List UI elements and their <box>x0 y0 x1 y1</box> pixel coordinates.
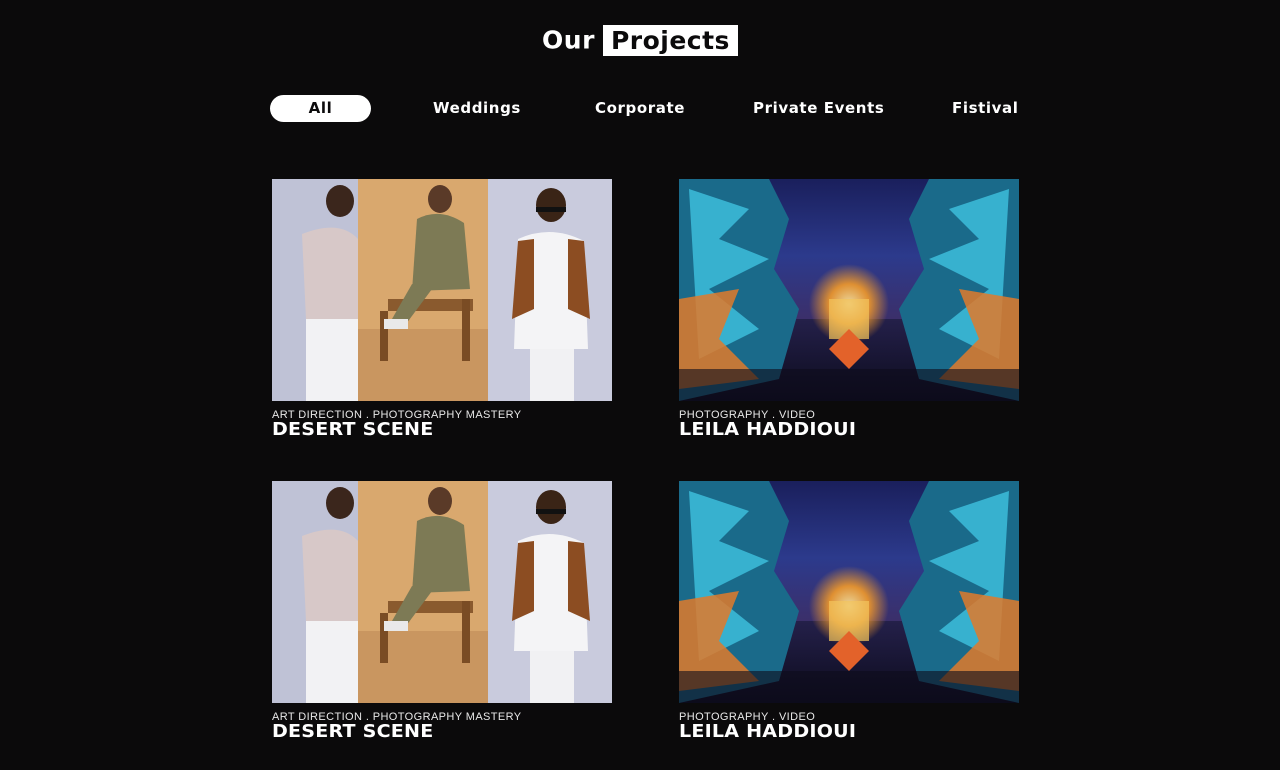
project-title[interactable]: DESERT SCENE <box>272 723 632 741</box>
filter-tab-corporate[interactable]: Corporate <box>595 95 685 122</box>
project-title[interactable]: LEILA HADDIOUI <box>679 723 1039 741</box>
filter-tab-fistival[interactable]: Fistival <box>952 95 1018 122</box>
project-card[interactable]: ART DIRECTION . PHOTOGRAPHY MASTERY DESE… <box>272 481 612 741</box>
project-card[interactable]: ART DIRECTION . PHOTOGRAPHY MASTERY DESE… <box>272 179 612 439</box>
section-title: Our Projects <box>0 24 1280 56</box>
title-highlight: Projects <box>602 24 738 56</box>
neon-palm-night-photo[interactable] <box>679 481 1019 703</box>
fashion-triptych-photo[interactable] <box>272 481 612 703</box>
project-title[interactable]: LEILA HADDIOUI <box>679 421 1039 439</box>
fashion-triptych-photo[interactable] <box>272 179 612 401</box>
neon-palm-night-photo[interactable] <box>679 179 1019 401</box>
filter-tab-all[interactable]: All <box>270 95 371 122</box>
filter-tab-private-events[interactable]: Private Events <box>753 95 884 122</box>
title-plain: Our <box>542 25 595 55</box>
project-card[interactable]: PHOTOGRAPHY . VIDEO LEILA HADDIOUI <box>679 179 1019 439</box>
filter-tabs: All Weddings Corporate Private Events Fi… <box>0 95 1280 123</box>
project-card[interactable]: PHOTOGRAPHY . VIDEO LEILA HADDIOUI <box>679 481 1019 741</box>
project-title[interactable]: DESERT SCENE <box>272 421 632 439</box>
filter-tab-weddings[interactable]: Weddings <box>433 95 521 122</box>
projects-page: Our Projects All Weddings Corporate Priva… <box>0 0 1280 770</box>
